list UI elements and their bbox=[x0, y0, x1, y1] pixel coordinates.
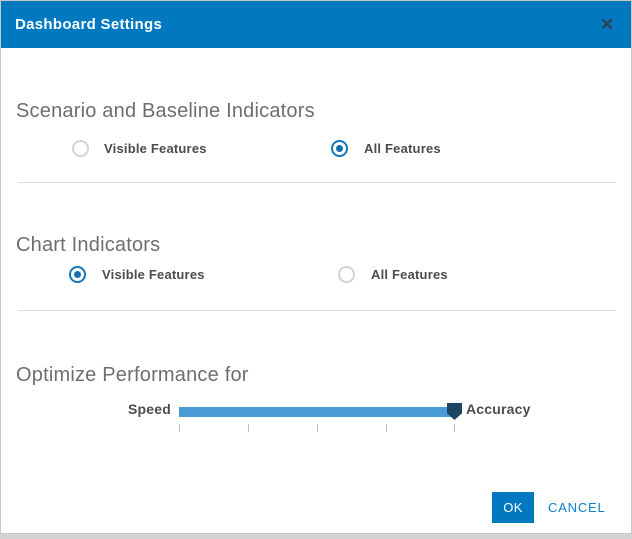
radio-label: Visible Features bbox=[102, 267, 205, 282]
radio-label: Visible Features bbox=[104, 141, 207, 156]
radio-circle-icon[interactable] bbox=[69, 266, 86, 283]
section-heading-optimize-performance: Optimize Performance for bbox=[16, 364, 249, 387]
slider-speed-label: Speed bbox=[128, 401, 171, 417]
section-divider bbox=[18, 310, 616, 311]
radio-label: All Features bbox=[371, 267, 448, 282]
slider-tick bbox=[386, 424, 387, 432]
radio-chart-all-features[interactable]: All Features bbox=[338, 266, 448, 283]
performance-slider-handle[interactable] bbox=[447, 403, 462, 420]
radio-scenario-visible-features[interactable]: Visible Features bbox=[72, 140, 207, 157]
dashboard-settings-dialog: Dashboard Settings ✕ Scenario and Baseli… bbox=[0, 0, 632, 534]
dialog-title: Dashboard Settings bbox=[15, 16, 162, 33]
performance-slider-track[interactable] bbox=[179, 407, 457, 417]
ok-button[interactable]: OK bbox=[492, 492, 534, 523]
section-heading-chart-indicators: Chart Indicators bbox=[16, 234, 160, 257]
slider-tick bbox=[454, 424, 455, 432]
slider-accuracy-label: Accuracy bbox=[466, 401, 531, 417]
slider-tick bbox=[317, 424, 318, 432]
radio-circle-icon[interactable] bbox=[338, 266, 355, 283]
dialog-header: Dashboard Settings ✕ bbox=[1, 1, 631, 48]
cancel-button[interactable]: CANCEL bbox=[548, 492, 606, 523]
slider-tick bbox=[248, 424, 249, 432]
close-icon[interactable]: ✕ bbox=[596, 14, 618, 36]
section-heading-scenario-baseline: Scenario and Baseline Indicators bbox=[16, 100, 315, 123]
slider-tick bbox=[179, 424, 180, 432]
radio-chart-visible-features[interactable]: Visible Features bbox=[69, 266, 205, 283]
radio-circle-icon[interactable] bbox=[72, 140, 89, 157]
section-divider bbox=[18, 182, 616, 183]
radio-scenario-all-features[interactable]: All Features bbox=[331, 140, 441, 157]
radio-label: All Features bbox=[364, 141, 441, 156]
radio-circle-icon[interactable] bbox=[331, 140, 348, 157]
